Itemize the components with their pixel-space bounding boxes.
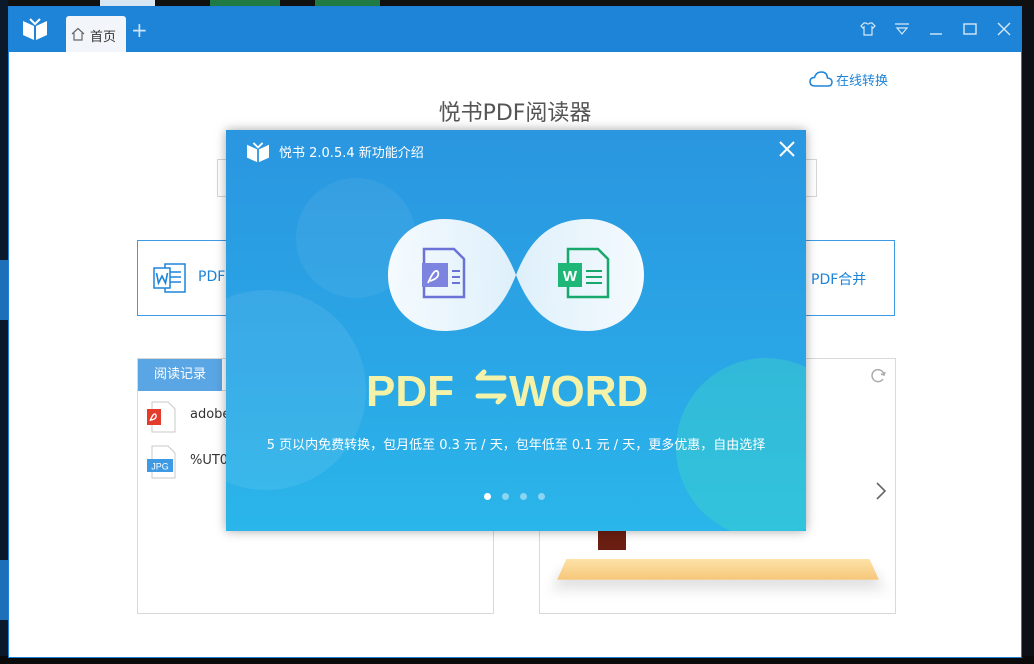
skin-icon[interactable] (859, 20, 877, 38)
dialog-close-icon[interactable] (778, 140, 796, 158)
tool-card-label: PDF合并 (811, 269, 866, 289)
add-tab-button[interactable]: + (131, 20, 148, 40)
dialog-headline: PDF WORD (366, 362, 666, 414)
dialog-logo-icon (246, 142, 270, 164)
convert-arrows-icon (478, 372, 504, 402)
tab-home[interactable]: 首页 (66, 16, 126, 52)
desktop-icon (0, 260, 8, 320)
list-item-name: adobe (190, 407, 230, 422)
cloud-icon (809, 70, 833, 88)
pdf-file-icon (146, 401, 178, 433)
app-logo-icon (22, 18, 48, 42)
online-convert-label: 在线转换 (836, 70, 888, 89)
dialog-description: 5 页以内免费转换，包月低至 0.3 元 / 天，包年低至 0.1 元 / 天，… (226, 434, 806, 453)
maximize-icon[interactable] (961, 20, 979, 38)
svg-text:W: W (563, 268, 578, 285)
close-icon[interactable] (995, 20, 1013, 38)
shelf-graphic (557, 559, 879, 580)
word-doc-icon (153, 262, 187, 294)
svg-text:JPG: JPG (151, 462, 169, 472)
menu-dropdown-icon[interactable] (893, 20, 911, 38)
minimize-icon[interactable] (927, 20, 945, 38)
jpg-file-icon: JPG (146, 445, 178, 479)
slide-dot[interactable] (538, 493, 545, 500)
slide-dot[interactable] (520, 493, 527, 500)
tool-card-label: PDF (198, 269, 225, 285)
refresh-icon[interactable] (869, 367, 887, 385)
title-bar: 首页 + (9, 7, 1021, 52)
headline-pdf-label: PDF (366, 367, 454, 414)
tab-recent-reading[interactable]: 阅读记录 (138, 359, 222, 391)
decoration-bubble (226, 290, 366, 490)
desktop-icon (0, 560, 8, 620)
dialog-title: 悦书 2.0.5.4 新功能介绍 (279, 142, 424, 161)
tab-home-label: 首页 (90, 26, 116, 45)
feature-intro-dialog: 悦书 2.0.5.4 新功能介绍 W PDF WORD 5 页以内免费转换，包月… (226, 130, 806, 531)
home-icon (71, 27, 85, 41)
headline-word-label: WORD (509, 367, 648, 414)
page-title: 悦书PDF阅读器 (9, 95, 1021, 127)
pdf-to-word-graphic: W (386, 215, 646, 335)
slide-dot[interactable] (502, 493, 509, 500)
slide-dot-active[interactable] (484, 493, 491, 500)
chevron-right-icon[interactable] (874, 481, 888, 501)
